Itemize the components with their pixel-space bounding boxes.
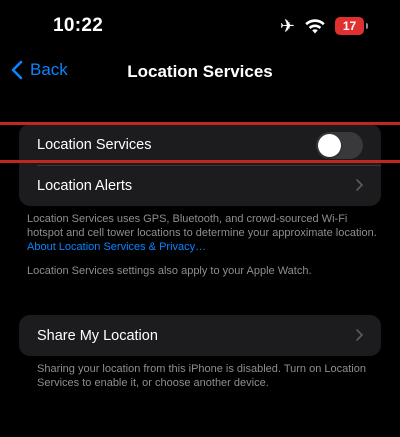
location-services-label: Location Services [37,136,152,153]
chevron-right-icon [356,329,363,341]
location-services-description-text: Location Services uses GPS, Bluetooth, a… [27,213,377,239]
screen: 10:22 ✈ 17 Back Location Services Locati… [0,0,400,437]
status-bar: 10:22 ✈ 17 [0,0,400,54]
share-location-group: Share My Location [19,315,381,356]
location-alerts-row[interactable]: Location Alerts [19,165,381,206]
share-my-location-label: Share My Location [37,327,158,344]
navigation-bar: Back Location Services [0,54,400,88]
wifi-icon [305,19,325,34]
location-alerts-label: Location Alerts [37,177,133,194]
share-my-location-row[interactable]: Share My Location [19,315,381,356]
airplane-icon: ✈ [279,16,295,36]
privacy-link[interactable]: About Location Services & Privacy… [27,241,206,253]
battery-icon: 17 [335,17,368,35]
apple-watch-note: Location Services settings also apply to… [27,265,312,277]
status-time: 10:22 [53,15,104,36]
toggle-knob [318,134,341,157]
battery-cap [366,23,368,29]
location-settings-group: Location Services Location Alerts [19,124,381,206]
battery-level: 17 [342,19,357,33]
highlight-line-bottom [0,160,400,163]
page-title: Location Services [127,62,273,81]
chevron-right-icon [356,179,363,191]
share-location-description: Sharing your location from this iPhone i… [37,363,366,389]
highlight-line-top [0,122,400,125]
location-services-toggle[interactable] [316,132,363,159]
location-services-row[interactable]: Location Services [19,124,381,165]
status-icons: ✈ 17 [279,16,368,36]
location-services-description: Location Services uses GPS, Bluetooth, a… [27,212,377,254]
